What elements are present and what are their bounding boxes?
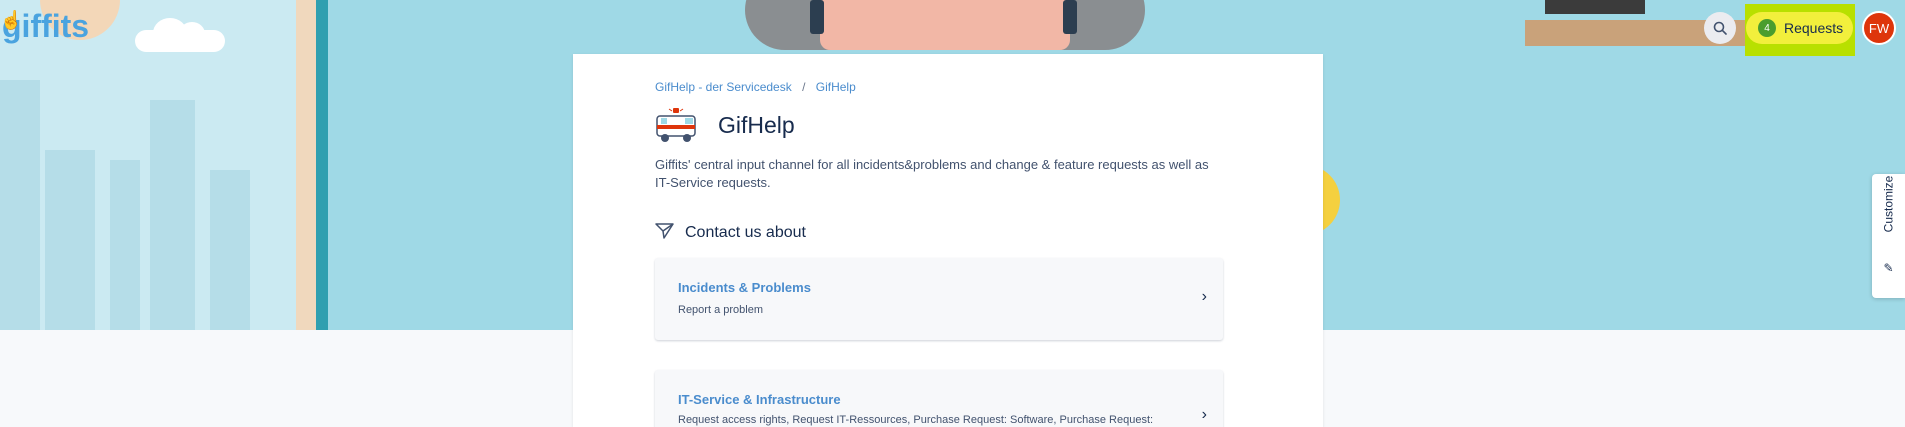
contact-us-heading: Contact us about: [685, 224, 806, 241]
requests-button[interactable]: 4 Requests: [1746, 12, 1853, 44]
request-type-title: Incidents & Problems: [678, 280, 811, 295]
user-avatar[interactable]: FW: [1862, 11, 1896, 45]
chevron-right-icon: ›: [1201, 406, 1207, 423]
request-type-description: Request access rights, Request IT-Ressou…: [678, 414, 1154, 426]
request-type-description: Report a problem: [678, 304, 763, 316]
breadcrumb-separator: /: [802, 80, 806, 94]
pencil-icon: ✎: [1883, 261, 1894, 275]
send-icon: [655, 223, 674, 239]
customize-tab[interactable]: Customize ✎: [1872, 174, 1905, 298]
requests-label: Requests: [1784, 20, 1844, 36]
banner-city-window: [0, 0, 318, 330]
customize-label: Customize: [1881, 175, 1896, 233]
breadcrumb-item-servicedesk[interactable]: GifHelp - der Servicedesk: [655, 80, 792, 94]
desk-description: Giffits' central input channel for all i…: [655, 157, 1209, 190]
portal-card: GifHelp - der Servicedesk / GifHelp GifH…: [573, 54, 1323, 427]
request-type-title: IT-Service & Infrastructure: [678, 392, 841, 407]
breadcrumb-item-gifhelp[interactable]: GifHelp: [816, 80, 856, 94]
request-type-incidents[interactable]: Incidents & Problems Report a problem ›: [655, 258, 1223, 340]
banner-desk: [1525, 20, 1775, 46]
page-title: GifHelp: [718, 112, 795, 138]
requests-count-badge: 4: [1758, 19, 1776, 37]
breadcrumb: GifHelp - der Servicedesk / GifHelp: [655, 80, 856, 94]
search-icon: [1713, 21, 1727, 35]
mouse-cursor-icon: ☝: [0, 10, 23, 30]
chevron-right-icon: ›: [1201, 288, 1207, 305]
banner-person-face: [820, 0, 1070, 50]
request-type-it-service[interactable]: IT-Service & Infrastructure Request acce…: [655, 370, 1223, 427]
banner-cloud: [135, 18, 225, 52]
search-button[interactable]: [1704, 12, 1736, 44]
ambulance-icon: [656, 108, 696, 142]
